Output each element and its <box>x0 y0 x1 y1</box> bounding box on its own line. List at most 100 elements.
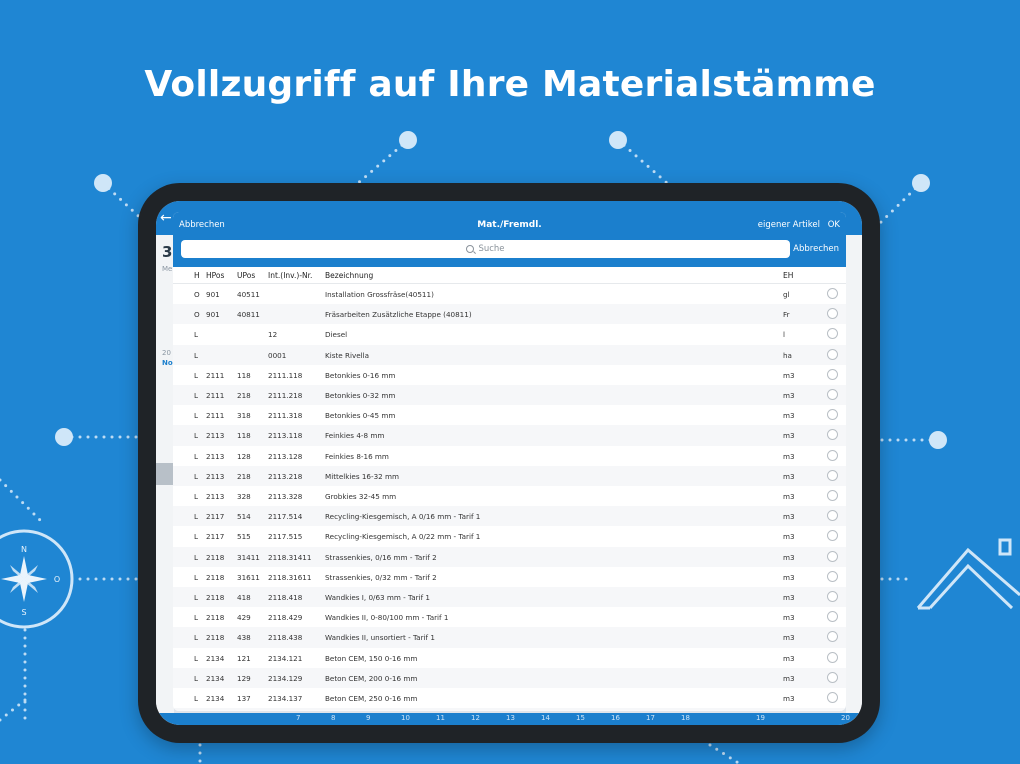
select-radio[interactable] <box>827 469 838 481</box>
table-row[interactable]: L 0001 Kiste Rivella ha <box>173 344 846 365</box>
modal-header: Abbrechen Mat./Fremdl. eigener Artikel O… <box>173 212 846 267</box>
table-row[interactable]: L 2117 515 2117.515 Recycling-Kiesgemisch, A… <box>173 526 846 546</box>
background-left-link[interactable]: No <box>162 359 173 367</box>
arrow-left-icon[interactable]: ← <box>160 210 172 226</box>
select-radio[interactable] <box>827 308 838 320</box>
select-radio[interactable] <box>827 671 838 683</box>
cell-h: O <box>194 310 200 320</box>
table-row[interactable]: L21342212134.221Beton CEM, 150 0-32 mmm3 <box>173 708 846 711</box>
select-radio[interactable] <box>827 389 838 400</box>
table-row[interactable]: L 2113 218 2113.218 Mittelkies 16-32 mm m3 <box>173 465 846 486</box>
cell-bezeichnung: Feinkies 8-16 mm <box>325 451 389 461</box>
cell-bezeichnung: Beton CEM, 150 0-16 mm <box>325 653 418 663</box>
table-row[interactable]: L 2118 31611 2118.31611 Strassenkies, 0/32 m… <box>173 567 846 587</box>
table-header: H HPos UPos Int.(Inv.)-Nr. Bezeichnung E… <box>173 267 846 284</box>
cell-eh: m3 <box>783 492 795 501</box>
bottom-number: 20 <box>841 714 850 722</box>
cell-h: L <box>194 532 199 542</box>
select-radio[interactable] <box>827 692 838 703</box>
cell-h: L <box>194 653 199 663</box>
ok-button[interactable]: OK <box>828 220 840 230</box>
select-radio[interactable] <box>827 429 838 441</box>
cell-bezeichnung: Beton CEM, 200 0-16 mm <box>325 673 418 683</box>
svg-text:O: O <box>54 575 60 584</box>
cell-bezeichnung: Fräsarbeiten Zusätzliche Etappe (40811) <box>325 310 472 320</box>
cell-eh: m3 <box>783 572 795 582</box>
cell-eh: m3 <box>783 391 795 400</box>
table-row[interactable]: L 2117 514 2117.514 Recycling-Kiesgemisch, A… <box>173 506 846 527</box>
column-header-eh[interactable]: EH <box>783 271 793 280</box>
select-radio[interactable] <box>827 591 838 602</box>
cell-eh: m3 <box>783 471 795 481</box>
cell-eh: gl <box>783 290 790 299</box>
select-radio[interactable] <box>827 449 838 461</box>
cell-hpos: 2118 <box>206 633 225 643</box>
table-row[interactable]: L 2118 438 2118.438 Wandkies II, unsortiert … <box>173 627 846 648</box>
search-cancel-button[interactable]: Abbrechen <box>793 244 839 254</box>
column-header-hpos[interactable]: HPos <box>206 271 224 280</box>
select-radio[interactable] <box>827 530 838 542</box>
table-row[interactable]: L 2134 129 2134.129 Beton CEM, 200 0-16 mm m3 <box>173 667 846 688</box>
column-header-bezeichnung[interactable]: Bezeichnung <box>325 271 373 280</box>
background-bottom-bar: 7 8 9 10 11 12 13 14 15 16 17 18 19 20 <box>156 713 862 725</box>
select-radio[interactable] <box>827 631 838 643</box>
select-radio[interactable] <box>827 409 838 421</box>
search-placeholder: Suche <box>478 244 505 254</box>
cell-int-nr: 2111.118 <box>268 370 303 380</box>
table-row[interactable]: L 2134 121 2134.121 Beton CEM, 150 0-16 mm m3 <box>173 648 846 668</box>
cell-bezeichnung: Diesel <box>325 330 348 340</box>
table-row[interactable]: L 2118 418 2118.418 Wandkies I, 0/63 mm - Ta… <box>173 587 846 608</box>
select-radio[interactable] <box>827 288 838 299</box>
table-row[interactable]: L 2118 31411 2118.31411 Strassenkies, 0/16 m… <box>173 546 846 567</box>
cell-int-nr: 2118.418 <box>268 593 303 602</box>
select-radio[interactable] <box>827 490 838 501</box>
cell-bezeichnung: Mittelkies 16-32 mm <box>325 471 400 481</box>
table-row[interactable]: L 2118 429 2118.429 Wandkies II, 0-80/100 mm… <box>173 607 846 627</box>
cell-int-nr: 2113.328 <box>268 492 303 501</box>
table-row[interactable]: L 2111 318 2111.318 Betonkies 0-45 mm m3 <box>173 405 846 425</box>
node-dot <box>94 174 112 192</box>
search-input[interactable]: Suche <box>181 240 790 258</box>
cell-upos: 218 <box>237 391 251 400</box>
cell-bezeichnung: Betonkies 0-45 mm <box>325 411 396 421</box>
cell-h: O <box>194 290 200 299</box>
cell-int-nr: 2134.129 <box>268 673 303 683</box>
table-row[interactable]: L 2111 118 2111.118 Betonkies 0-16 mm m3 <box>173 365 846 385</box>
cell-bezeichnung: Installation Grossfräse(40511) <box>325 290 434 299</box>
own-article-button[interactable]: eigener Artikel <box>758 220 820 230</box>
cell-hpos: 2113 <box>206 451 225 461</box>
select-radio[interactable] <box>827 550 838 562</box>
node-dot <box>399 131 417 149</box>
select-radio[interactable] <box>827 510 838 522</box>
cell-h: L <box>194 552 199 562</box>
cell-upos: 118 <box>237 370 251 380</box>
table-row[interactable]: L 2111 218 2111.218 Betonkies 0-32 mm m3 <box>173 385 846 406</box>
bottom-number: 10 <box>401 714 410 722</box>
select-radio[interactable] <box>827 368 838 380</box>
select-radio[interactable] <box>827 570 838 582</box>
table-row[interactable]: L 2113 128 2113.128 Feinkies 8-16 mm m3 <box>173 446 846 466</box>
node-dot <box>55 428 73 446</box>
table-row[interactable]: O 901 40511 Installation Grossfräse(40511) g… <box>173 284 846 304</box>
select-radio[interactable] <box>827 651 838 663</box>
cell-upos: 328 <box>237 492 251 501</box>
search-icon <box>466 245 475 253</box>
cell-h: L <box>194 572 199 582</box>
table-row[interactable]: O 901 40811 Fräsarbeiten Zusätzliche Etappe… <box>173 304 846 325</box>
select-radio[interactable] <box>827 611 838 623</box>
column-header-int-nr[interactable]: Int.(Inv.)-Nr. <box>268 271 312 280</box>
cell-h: L <box>194 370 199 380</box>
cell-int-nr: 2111.218 <box>268 391 303 400</box>
column-header-upos[interactable]: UPos <box>237 271 255 280</box>
table-row[interactable]: L 12 Diesel l <box>173 324 846 344</box>
table-row[interactable]: L 2113 118 2113.118 Feinkies 4-8 mm m3 <box>173 425 846 446</box>
cell-bezeichnung: Recycling-Kiesgemisch, A 0/16 mm - Tarif… <box>325 512 481 522</box>
select-radio[interactable] <box>827 348 838 360</box>
select-radio[interactable] <box>827 328 838 340</box>
cell-int-nr: 2117.515 <box>268 532 303 542</box>
table-row[interactable]: L 2113 328 2113.328 Grobkies 32-45 mm m3 <box>173 486 846 506</box>
column-header-h[interactable]: H <box>194 271 200 280</box>
cell-hpos: 2117 <box>206 532 225 542</box>
cell-hpos: 2118 <box>206 572 225 582</box>
table-row[interactable]: L 2134 137 2134.137 Beton CEM, 250 0-16 mm m3 <box>173 688 846 708</box>
